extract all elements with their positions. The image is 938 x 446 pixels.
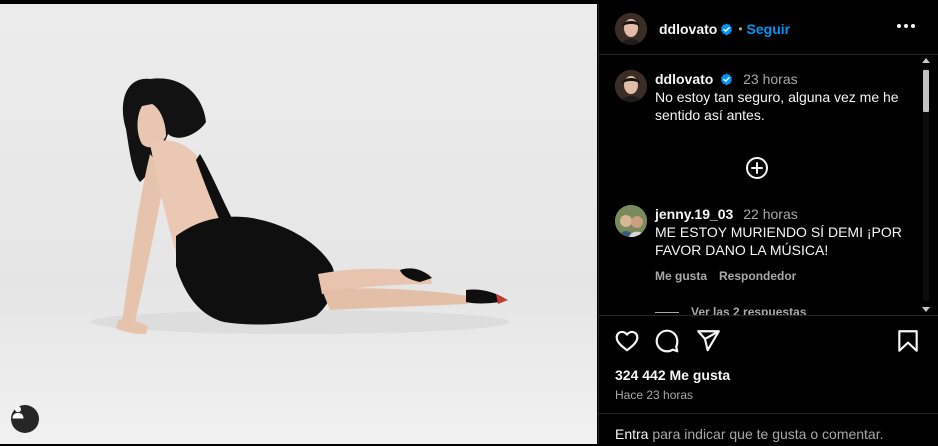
caption-username[interactable]: ddlovato	[655, 71, 713, 87]
avatar[interactable]	[615, 205, 647, 237]
comment-text: ME ESTOY MURIENDO SÍ DEMI ¡POR FAVOR DAN…	[655, 224, 902, 258]
post-side-panel: ddlovato • Seguir ddlovato 23 horas No e…	[598, 4, 938, 444]
heart-icon	[615, 330, 639, 352]
comment-actions: Me gusta Respondedor	[655, 267, 905, 285]
share-button[interactable]	[695, 328, 721, 354]
paper-plane-icon	[697, 330, 720, 352]
ellipsis-dot	[904, 24, 908, 28]
post-photo[interactable]	[0, 4, 597, 444]
tag-user-button[interactable]	[11, 405, 39, 433]
user-icon	[12, 406, 24, 419]
comment-icon	[655, 329, 679, 353]
separator-dot: •	[738, 22, 743, 36]
caption-text: No estoy tan seguro, alguna vez me he se…	[655, 89, 899, 123]
comment-button[interactable]	[654, 328, 680, 354]
scroll-thumb[interactable]	[923, 70, 929, 112]
post-header: ddlovato • Seguir	[599, 4, 938, 55]
comment-like-button[interactable]: Me gusta	[655, 267, 707, 285]
avatar-image	[615, 13, 647, 45]
comment-item: jenny.19_03 22 horas ME ESTOY MURIENDO S…	[615, 205, 905, 285]
load-more-comments-button[interactable]	[745, 156, 769, 180]
ellipsis-dot	[911, 24, 915, 28]
plus-circle-icon	[746, 157, 768, 179]
avatar-image	[615, 70, 647, 102]
login-link[interactable]: Entra	[615, 426, 648, 442]
ellipsis-icon	[897, 24, 901, 28]
scroll-up-arrow-icon[interactable]	[922, 58, 930, 63]
view-replies-button[interactable]: Ver las 2 respuestas	[655, 305, 806, 315]
post-actions: 324 442 Me gusta Hace 23 horas Entra par…	[599, 315, 938, 442]
follow-button[interactable]: Seguir	[747, 21, 791, 37]
save-button[interactable]	[895, 328, 921, 354]
caption: ddlovato 23 horas No estoy tan seguro, a…	[615, 70, 905, 124]
replies-divider	[655, 311, 679, 313]
more-options-button[interactable]	[895, 20, 917, 32]
caption-body: ddlovato 23 horas No estoy tan seguro, a…	[655, 70, 905, 124]
avatar-image	[615, 205, 647, 237]
header-username[interactable]: ddlovato	[659, 21, 717, 37]
login-prompt-text: para indicar que te gusta o comentar.	[648, 426, 884, 442]
avatar[interactable]	[615, 70, 647, 102]
login-prompt: Entra para indicar que te gusta o coment…	[599, 413, 938, 442]
like-button[interactable]	[614, 328, 640, 354]
scroll-down-arrow-icon[interactable]	[922, 307, 930, 312]
bookmark-icon	[898, 330, 918, 352]
comment-body: jenny.19_03 22 horas ME ESTOY MURIENDO S…	[655, 205, 905, 285]
likes-count[interactable]: 324 442 Me gusta	[615, 367, 730, 383]
comments-scrollbar[interactable]	[920, 56, 932, 315]
comments-section[interactable]: ddlovato 23 horas No estoy tan seguro, a…	[599, 56, 938, 315]
verified-badge-icon	[721, 22, 733, 35]
verified-badge-icon	[721, 73, 733, 86]
view-replies-label: Ver las 2 respuestas	[691, 305, 807, 315]
caption-time[interactable]: 23 horas	[743, 71, 797, 87]
photo-illustration	[0, 78, 597, 444]
comment-time[interactable]: 22 horas	[743, 206, 797, 222]
post-timestamp[interactable]: Hace 23 horas	[615, 388, 693, 402]
comment-username[interactable]: jenny.19_03	[655, 206, 733, 222]
comment-reply-button[interactable]: Respondedor	[719, 267, 796, 285]
avatar[interactable]	[615, 13, 647, 45]
